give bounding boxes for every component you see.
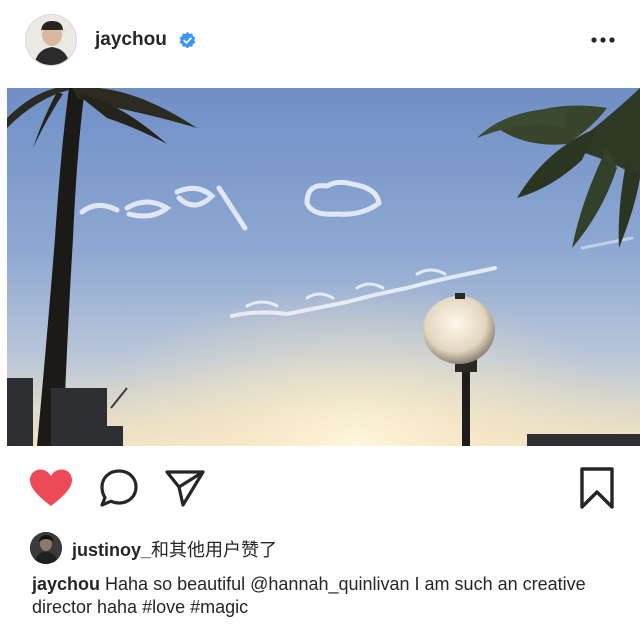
more-options-icon[interactable] [588, 30, 618, 50]
bookmark-icon[interactable] [578, 466, 616, 510]
send-icon[interactable] [164, 468, 206, 508]
caption-text-1: Haha so beautiful [100, 574, 251, 594]
likes-rest-text: 和其他用户赞了 [151, 540, 278, 560]
comment-icon[interactable] [98, 468, 140, 508]
caption-username[interactable]: jaychou [32, 574, 100, 594]
post-photo[interactable] [7, 88, 640, 446]
liker-avatar[interactable] [30, 532, 62, 564]
post-header: jaychou [0, 0, 640, 88]
hashtag-love[interactable]: #love [142, 597, 185, 617]
caption-mention[interactable]: @hannah_quinlivan [250, 574, 409, 594]
post-username[interactable]: jaychou [95, 29, 167, 51]
heart-filled-icon[interactable] [28, 468, 74, 508]
hashtag-magic[interactable]: #magic [190, 597, 248, 617]
likes-text: justinoy_和其他用户赞了 [72, 536, 277, 562]
profile-avatar[interactable] [25, 14, 77, 66]
post-actions-bar [0, 455, 640, 525]
post-caption: jaychou Haha so beautiful @hannah_quinli… [32, 573, 622, 619]
verified-badge-icon [179, 32, 196, 49]
liker-username[interactable]: justinoy_ [72, 540, 151, 560]
likes-summary: justinoy_和其他用户赞了 [0, 528, 640, 568]
